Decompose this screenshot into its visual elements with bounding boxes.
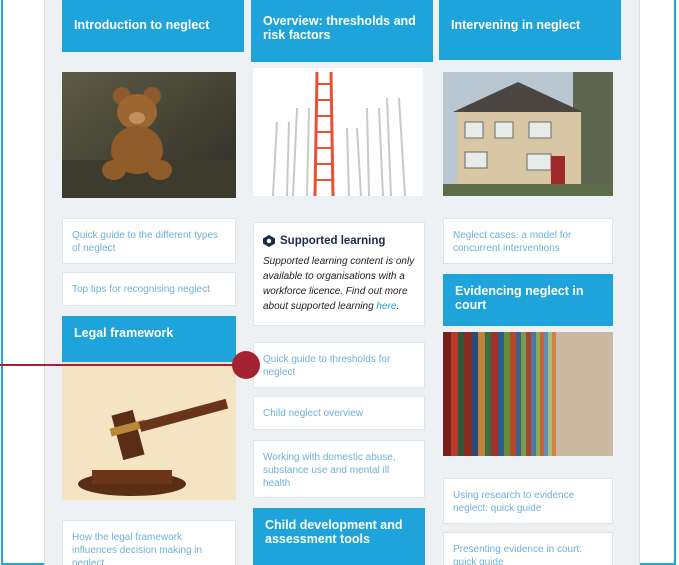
link-using-research[interactable]: Using research to evidence neglect: quic… bbox=[443, 478, 613, 524]
supported-learning-body: Supported learning content is only avail… bbox=[263, 256, 415, 312]
ladders-illustration bbox=[253, 68, 423, 196]
supported-learning-card: Supported learning Supported learning co… bbox=[253, 222, 425, 326]
heading-child-development[interactable]: Child development and assessment tools bbox=[253, 508, 425, 565]
gavel-image[interactable] bbox=[62, 362, 236, 500]
house-illustration bbox=[443, 72, 613, 196]
link-child-neglect-overview[interactable]: Child neglect overview bbox=[253, 396, 425, 430]
link-presenting-evidence[interactable]: Presenting evidence in court: quick guid… bbox=[443, 532, 613, 565]
link-working-domestic[interactable]: Working with domestic abuse, substance u… bbox=[253, 440, 425, 498]
callout-pointer-dot bbox=[232, 351, 260, 379]
callout-pointer-line bbox=[0, 364, 246, 366]
heading-evidencing-neglect[interactable]: Evidencing neglect in court bbox=[443, 274, 613, 326]
supported-learning-icon bbox=[263, 235, 275, 247]
bookshelf-illustration bbox=[443, 332, 613, 456]
link-quick-guide-thresholds[interactable]: Quick guide to thresholds for neglect bbox=[253, 342, 425, 388]
supported-learning-link[interactable]: here bbox=[376, 301, 396, 312]
supported-learning-title-row: Supported learning bbox=[263, 235, 415, 247]
teddy-bear-image[interactable] bbox=[62, 72, 236, 198]
heading-intervening-in-neglect[interactable]: Intervening in neglect bbox=[439, 0, 621, 60]
heading-overview-thresholds[interactable]: Overview: thresholds and risk factors bbox=[251, 0, 433, 62]
heading-legal-framework[interactable]: Legal framework bbox=[62, 316, 236, 362]
heading-introduction-to-neglect[interactable]: Introduction to neglect bbox=[62, 0, 244, 52]
ladders-image[interactable] bbox=[253, 68, 423, 196]
link-neglect-cases[interactable]: Neglect cases: a model for concurrent in… bbox=[443, 218, 613, 264]
gavel-illustration bbox=[62, 362, 236, 500]
link-legal-influence[interactable]: How the legal framework influences decis… bbox=[62, 520, 236, 565]
teddy-bear-illustration bbox=[62, 72, 236, 198]
column-1: Introduction to neglect Quick guide to t… bbox=[62, 0, 244, 565]
bookshelf-image[interactable] bbox=[443, 332, 613, 456]
house-image[interactable] bbox=[443, 72, 613, 196]
supported-learning-title: Supported learning bbox=[280, 235, 386, 247]
column-2: Overview: thresholds and risk factors Su… bbox=[251, 0, 433, 565]
column-3: Intervening in neglect Neglect cases: a … bbox=[439, 0, 621, 565]
link-top-tips[interactable]: Top tips for recognising neglect bbox=[62, 272, 236, 306]
link-quick-guide-types[interactable]: Quick guide to the different types of ne… bbox=[62, 218, 236, 264]
